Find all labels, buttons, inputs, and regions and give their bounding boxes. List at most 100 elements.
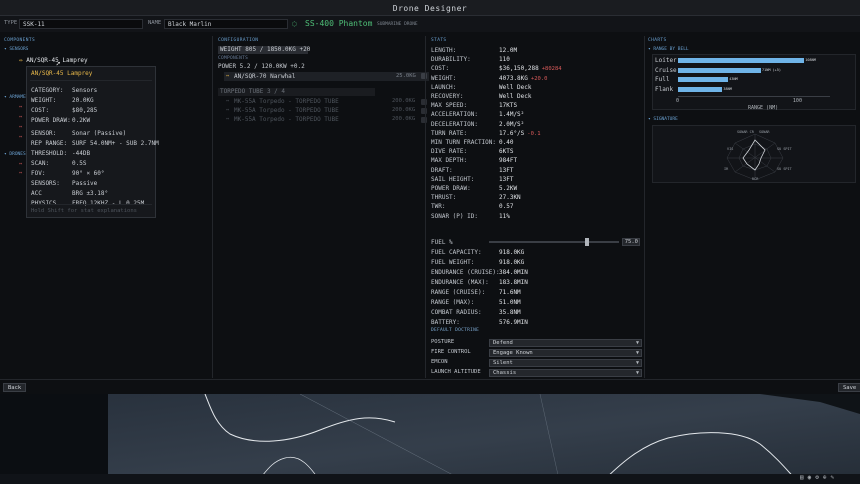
range-chart-title-label: RANGE BY BELL [653,47,689,52]
stat-value-text: 13FT [499,175,514,183]
map-terrain [0,394,860,484]
radar-label: IR [724,167,729,171]
stat-value: 984FT [499,157,517,164]
fuel-slider-track[interactable] [489,241,619,243]
chevron-down-icon: ▼ [635,340,639,346]
torpedo-row[interactable]: ⇔ MK-55A Torpedo - TORPEDO TUBE 200.0KG [224,107,429,115]
armament-item-icon[interactable]: ⇔ [19,124,22,130]
doctrine-select[interactable]: Silent ▼ [489,359,642,367]
zoom-icon[interactable]: ⊕ [823,474,831,481]
stat-value-text: 11% [499,212,510,220]
config-components-label: COMPONENTS [218,56,249,61]
map-view[interactable]: ▤◉⚙⊕✎ [0,394,860,484]
fuel-slider-thumb[interactable] [584,238,589,246]
doctrine-select[interactable]: Engage Known ▼ [489,349,642,357]
drag-handle-icon: ⇔ [226,116,230,122]
drones-section[interactable]: ▾ DRONES [4,152,26,157]
tooltip-key: THRESHOLD: [31,150,68,157]
tooltip-row: REP RANGE: SURF 54.0NM+ - SUB 2.7NM [31,140,159,147]
installed-weight: 25.0KG [396,73,416,79]
stat-key: COST: [431,65,450,73]
bar-value-label: 43NM [729,77,738,81]
stat-key: TWR: [431,203,446,211]
drone-item-icon[interactable]: ⇔ [19,161,22,167]
doctrine-select[interactable]: Chassis ▼ [489,369,642,377]
stat-value: 51.0NM [499,299,521,306]
radar-label: VIS [727,147,734,151]
fuel-label: FUEL % [431,239,453,246]
stat-value-text: Well Deck [499,93,532,100]
bar-category-label: Full [655,76,670,83]
back-button[interactable]: Back [3,383,27,392]
doctrine-key: LAUNCH ALTITUDE [431,369,481,375]
tooltip-value: 20.0KG [72,97,94,104]
torpedo-header: TORPEDO TUBE 3 / 4 [218,88,375,96]
type-field[interactable]: SSK-11 [19,19,143,29]
type-label: TYPE [4,20,18,26]
tooltip-key: ACC [31,190,42,197]
edit-icon[interactable]: ✎ [831,474,839,481]
doctrine-select[interactable]: Defend ▼ [489,339,642,347]
stat-value-text: 1.4M/S² [499,111,525,119]
stat-value-text: 4073.8KG [499,74,528,82]
torpedo-name: MK-55A Torpedo - TORPEDO TUBE [234,98,339,105]
stat-value: 918.0KG [499,259,525,266]
top-bar: TYPE SSK-11 NAME Black Marlin ◌ SS-400 P… [0,16,860,32]
signature-radar-chart [726,133,784,181]
stat-key: ACCELERATION: [431,111,478,119]
stat-key: DRAFT: [431,166,453,174]
stat-key: TURN RATE: [431,129,468,137]
column-divider [644,36,645,378]
stat-value-text: 984FT [499,157,518,165]
stat-value: 110 [499,56,510,63]
remove-icon[interactable] [421,117,427,123]
stat-value-text: 110 [499,56,510,64]
fuel-value[interactable]: 75.0 [622,238,640,246]
settings-icon[interactable]: ⚙ [815,474,823,481]
drag-handle-icon: ⇔ [226,98,230,104]
stat-value-text: 13FT [499,166,514,174]
stat-key: FUEL CAPACITY: [431,249,482,256]
stat-value: Well Deck [499,93,532,100]
save-button[interactable]: Save [838,383,860,392]
sensors-section[interactable]: ▾ SENSORS [4,47,28,52]
torpedo-name: MK-55A Torpedo - TORPEDO TUBE [234,107,339,114]
tooltip-row: THRESHOLD: -44DB [31,150,90,157]
type-value: SSK-11 [23,21,45,28]
remove-icon[interactable] [421,73,427,79]
tooltip-row: WEIGHT: 20.0KG [31,97,94,104]
name-field[interactable]: Black Marlin [164,19,288,29]
remove-icon[interactable] [421,99,427,105]
drag-handle-icon: ⇔ [226,73,230,79]
stat-key: THRUST: [431,194,457,202]
stat-key: MIN TURN FRACTION: [431,139,497,146]
torpedo-row[interactable]: ⇔ MK-55A Torpedo - TORPEDO TUBE 200.0KG [224,116,429,124]
tooltip-key: SCAN: [31,160,50,167]
title-bar: Drone Designer [0,0,860,16]
stat-value: 0.57 [499,203,513,210]
doctrine-key: POSTURE [431,339,455,345]
armament-item-icon[interactable]: ⇔ [19,134,22,140]
installed-row[interactable]: ⇔ AN/SQR-70 Narwhal 25.0KG [224,72,429,81]
armament-item-icon[interactable]: ⇔ [19,114,22,120]
tooltip-value: 90° × 60° [72,170,105,177]
stat-value: 17.6°/S -0.1 [499,130,541,137]
stat-value: 17KTS [499,102,517,109]
doctrine-key: FIRE CONTROL [431,349,471,355]
tooltip-row: ACC BRG ±3.18° [31,190,108,197]
remove-icon[interactable] [421,108,427,114]
tooltip-row: FOV: 90° × 60° [31,170,105,177]
stat-key: DURABILITY: [431,56,471,64]
doctrine-value: Silent [493,360,513,366]
armament-item-icon[interactable]: ⇔ [19,104,22,110]
stat-value-text: 27.3KN [499,194,521,202]
sensor-item-hovered[interactable]: ⇔ AN/SQR-45 Lamprey [19,57,88,64]
torpedo-row[interactable]: ⇔ MK-55A Torpedo - TORPEDO TUBE 200.0KG [224,98,429,106]
layers-icon[interactable]: ▤ [800,474,808,481]
drone-item-icon[interactable]: ⇔ [19,170,22,176]
tooltip-row: SENSOR: Sonar (Passive) [31,130,126,137]
range-bar [678,67,761,73]
chevron-down-icon: ▼ [635,370,639,376]
torpedo-weight: 200.0KG [392,107,416,113]
stat-value: Well Deck [499,84,532,91]
